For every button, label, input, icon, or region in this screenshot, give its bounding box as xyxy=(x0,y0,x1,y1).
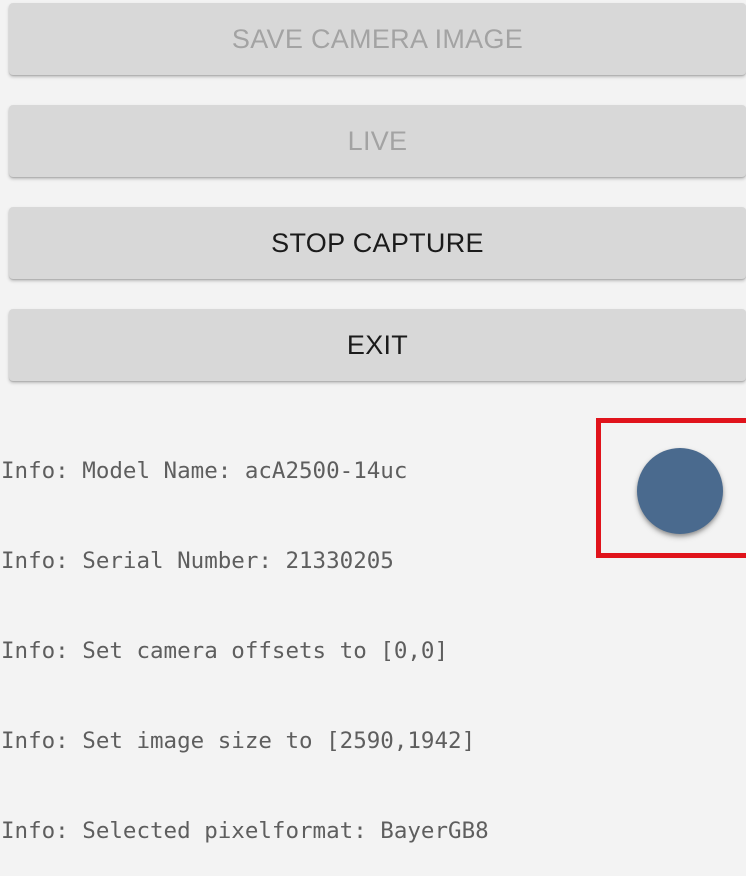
info-log: Info: Model Name: acA2500-14uc Info: Ser… xyxy=(1,396,601,876)
log-line-pixelformat: Info: Selected pixelformat: BayerGB8 xyxy=(1,818,489,844)
exit-button[interactable]: EXIT xyxy=(9,309,746,381)
save-camera-image-button[interactable]: SAVE CAMERA IMAGE xyxy=(9,3,746,75)
log-line-camera-offsets: Info: Set camera offsets to [0,0] xyxy=(1,638,449,664)
live-button[interactable]: LIVE xyxy=(9,105,746,177)
log-line-model-name: Info: Model Name: acA2500-14uc xyxy=(1,458,408,484)
floating-action-button[interactable] xyxy=(637,448,723,534)
exit-label: EXIT xyxy=(346,329,409,360)
log-line-serial-number: Info: Serial Number: 21330205 xyxy=(1,548,394,574)
live-label: LIVE xyxy=(347,125,408,156)
stop-capture-button[interactable]: STOP CAPTURE xyxy=(9,207,746,279)
stop-capture-label: STOP CAPTURE xyxy=(271,227,484,258)
save-camera-image-label: SAVE CAMERA IMAGE xyxy=(231,23,524,54)
log-line-image-size: Info: Set image size to [2590,1942] xyxy=(1,728,476,754)
